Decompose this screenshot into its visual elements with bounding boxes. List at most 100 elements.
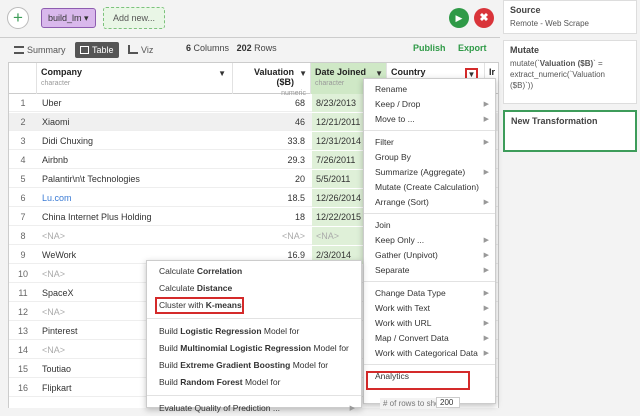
chevron-down-icon[interactable]: ▼ — [299, 69, 307, 78]
menu-item-label: Work with Text — [375, 303, 430, 313]
tab-summary[interactable]: Summary — [14, 42, 66, 58]
company-cell: Airbnb — [42, 155, 69, 165]
menu-item-move-to[interactable]: Move to ... ▶ — [364, 112, 495, 127]
company-cell: Lu.com — [42, 193, 72, 203]
row-number: 9 — [20, 250, 26, 260]
step-title: Mutate — [510, 45, 539, 55]
menu-item-suffix: Model for — [311, 343, 349, 353]
valuation-cell: 18.5 — [287, 193, 305, 203]
menu-item-filter[interactable]: Filter ▶ — [364, 135, 495, 150]
publish-button[interactable]: Publish — [413, 43, 446, 53]
summary-icon — [14, 46, 24, 54]
tab-table[interactable]: Table — [75, 42, 119, 58]
menu-item-map-convert-data[interactable]: Map / Convert Data ▶ — [364, 331, 495, 346]
menu-item-keep-only[interactable]: Keep Only ... ▶ — [364, 233, 495, 248]
menu-item-label: Join — [375, 220, 391, 230]
menu-item-work-with-url[interactable]: Work with URL ▶ — [364, 316, 495, 331]
columns-count: 6 — [186, 43, 192, 53]
mutate-prefix: mutate(` — [510, 59, 540, 68]
column-header-valuation[interactable]: Valuation ($B) numeric ▼ — [233, 63, 311, 97]
add-new-step-button[interactable]: Add new... — [103, 7, 165, 29]
run-button[interactable]: ▶ — [449, 8, 469, 28]
stop-button[interactable]: ✖ — [474, 8, 494, 28]
menu-item-label: Rename — [375, 84, 408, 94]
valuation-cell: 18 — [294, 212, 305, 222]
menu-item-label: Keep Only ... — [375, 235, 425, 245]
menu-item-emphasis: Distance — [196, 283, 233, 293]
menu-separator — [364, 281, 495, 282]
chevron-down-icon[interactable]: ▼ — [218, 69, 226, 78]
menu-item-build-random-forest[interactable]: Build Random Forest Model for — [147, 375, 361, 390]
menu-item-rename[interactable]: Rename — [364, 82, 495, 97]
column-type: character — [41, 80, 71, 87]
menu-item-calculate-distance[interactable]: Calculate Distance — [147, 281, 361, 296]
rows-to-show-input[interactable]: 200 — [436, 397, 460, 408]
step-description: mutate(`Valuation ($B)` = extract_numeri… — [510, 58, 630, 91]
menu-item-label: Summarize (Aggregate) — [375, 167, 466, 177]
kmeans-highlight — [155, 297, 244, 314]
column-header-company[interactable]: Company character ▼ — [37, 63, 233, 94]
chevron-right-icon: ▶ — [483, 350, 489, 357]
step-mutate[interactable]: Mutate mutate(`Valuation ($B)` = extract… — [503, 40, 637, 104]
company-cell: Uber — [42, 98, 62, 108]
export-button[interactable]: Export — [458, 43, 487, 53]
menu-item-join[interactable]: Join — [364, 218, 495, 233]
menu-separator — [147, 318, 361, 319]
menu-item-calculate-correlation[interactable]: Calculate Correlation — [147, 264, 361, 279]
chevron-down-icon[interactable]: ▼ — [375, 69, 383, 78]
menu-item-build-logistic-regression[interactable]: Build Logistic Regression Model for — [147, 324, 361, 339]
menu-item-label: Work with URL — [375, 318, 432, 328]
step-title: New Transformation — [511, 116, 598, 126]
analytics-submenu: Calculate Correlation Calculate Distance C… — [146, 260, 362, 413]
column-name: Company — [41, 67, 83, 77]
chevron-right-icon: ▶ — [483, 320, 489, 327]
step-title: Source — [510, 5, 541, 15]
menu-item-cluster-with-k-means[interactable]: Cluster with K-means — [147, 297, 361, 314]
menu-item-prefix: Calculate — [159, 266, 197, 276]
menu-item-label: Mutate (Create Calculation) — [375, 182, 479, 192]
step-source[interactable]: Source Remote - Web Scrape — [503, 0, 637, 34]
toolbar-divider — [0, 37, 500, 38]
chevron-right-icon: ▶ — [483, 169, 489, 176]
menu-item-separate[interactable]: Separate ▶ — [364, 263, 495, 278]
menu-item-keep-drop[interactable]: Keep / Drop ▶ — [364, 97, 495, 112]
menu-item-group-by[interactable]: Group By — [364, 150, 495, 165]
menu-item-prefix: Evaluate Quality of Prediction ... — [159, 403, 280, 413]
menu-item-summarize-aggregate[interactable]: Summarize (Aggregate) ▶ — [364, 165, 495, 180]
add-step-button[interactable]: + — [7, 7, 29, 29]
menu-item-change-data-type[interactable]: Change Data Type ▶ — [364, 286, 495, 301]
menu-item-gather-unpivot[interactable]: Gather (Unpivot) ▶ — [364, 248, 495, 263]
menu-item-prefix: Build — [159, 326, 181, 336]
analytics-highlight — [366, 371, 470, 390]
menu-item-label: Map / Convert Data — [375, 333, 449, 343]
row-number: 8 — [20, 231, 26, 241]
menu-item-prefix: Calculate — [159, 283, 197, 293]
menu-item-mutate-create-calculation[interactable]: Mutate (Create Calculation) — [364, 180, 495, 195]
chevron-right-icon: ▶ — [483, 199, 489, 206]
company-cell: Didi Chuxing — [42, 136, 94, 146]
menu-item-build-extreme-gradient-boosting[interactable]: Build Extreme Gradient Boosting Model fo… — [147, 358, 361, 373]
menu-item-arrange-sort[interactable]: Arrange (Sort) ▶ — [364, 195, 495, 210]
branch-dropdown[interactable]: build_lm ▾ — [41, 8, 96, 28]
chevron-right-icon: ▶ — [483, 252, 489, 259]
column-name: Date Joined — [315, 67, 367, 77]
company-cell: China Internet Plus Holding — [42, 212, 152, 222]
row-number: 12 — [17, 307, 28, 317]
menu-item-evaluate-quality-of-prediction[interactable]: Evaluate Quality of Prediction ... ▶ — [147, 401, 361, 416]
menu-item-build-multinomial-logistic-regression[interactable]: Build Multinomial Logistic Regression Mo… — [147, 341, 361, 356]
row-number: 10 — [17, 269, 28, 279]
viz-icon — [128, 45, 138, 54]
row-number: 5 — [20, 174, 26, 184]
company-cell: Palantir\n\t Technologies — [42, 174, 140, 184]
row-number: 7 — [20, 212, 26, 222]
chevron-right-icon: ▶ — [483, 101, 489, 108]
menu-item-suffix: Model for — [261, 326, 300, 336]
chevron-right-icon: ▶ — [483, 335, 489, 342]
step-new-transformation[interactable]: New Transformation — [503, 110, 637, 152]
menu-item-work-with-text[interactable]: Work with Text ▶ — [364, 301, 495, 316]
tab-viz[interactable]: Viz — [128, 42, 153, 58]
menu-item-work-with-categorical-data[interactable]: Work with Categorical Data ▶ — [364, 346, 495, 361]
dataset-dimensions: 6 Columns 202 Rows — [186, 43, 277, 53]
menu-item-emphasis: Multinomial Logistic Regression — [180, 343, 312, 353]
row-number-header — [9, 63, 37, 94]
